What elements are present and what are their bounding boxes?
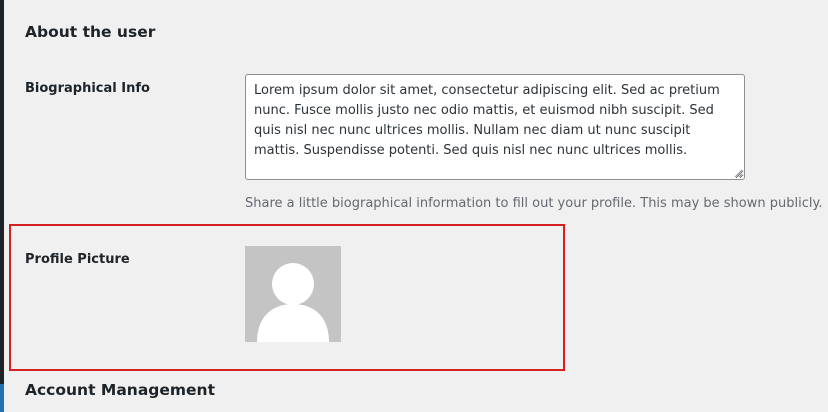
default-user-silhouette-icon bbox=[257, 263, 329, 342]
admin-sidebar-active-edge bbox=[0, 384, 4, 412]
biographical-info-description: Share a little biographical information … bbox=[245, 196, 823, 211]
section-title-account-management: Account Management bbox=[25, 381, 215, 399]
profile-picture-avatar[interactable] bbox=[245, 246, 341, 342]
profile-picture-label: Profile Picture bbox=[25, 252, 130, 267]
biographical-info-label: Biographical Info bbox=[25, 81, 150, 96]
admin-sidebar-edge bbox=[0, 0, 4, 412]
biographical-info-textarea[interactable]: Lorem ipsum dolor sit amet, consectetur … bbox=[245, 74, 745, 180]
resize-handle-icon[interactable] bbox=[734, 169, 743, 178]
section-title-about-user: About the user bbox=[25, 23, 156, 41]
